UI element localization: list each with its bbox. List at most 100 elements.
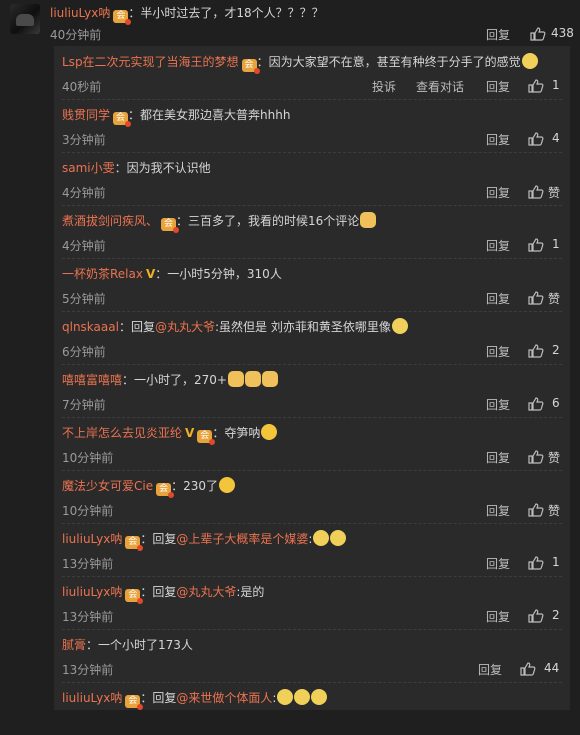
main-reply-button[interactable]: 回复 [486, 26, 510, 43]
thumbs-up-icon[interactable] [520, 662, 536, 676]
emoji-icon [261, 371, 278, 387]
reply-time: 6分钟前 [62, 345, 106, 359]
emoji-icon [521, 53, 538, 69]
thumbs-up-icon[interactable] [528, 79, 544, 93]
reply-item: 不上岸怎么去见炎亚纶 V 会：夺笋呐 10分钟前 回复 赞 [54, 417, 570, 470]
reply-body: 一杯奶茶Relax V：一小时5分钟，310人 [62, 265, 282, 282]
reply-item: qlnskaaal：回复@丸丸大爷:虽然但是 刘亦菲和黄圣依哪里像 6分钟前 回复 2 [54, 311, 570, 364]
reply-list: Lsp在二次元实现了当海王的梦想会：因为大家望不在意，甚至有种终于分手了的感觉 4… [54, 46, 570, 710]
reply-body: 腻膏：一个小时了173人 [62, 636, 193, 653]
thumbs-up-icon[interactable] [528, 397, 544, 411]
reply-username[interactable]: 魔法少女可爱Cie [62, 479, 153, 493]
like-count: 44 [544, 661, 560, 675]
main-username[interactable]: liuliuLyx呐 [50, 6, 110, 20]
divider [62, 417, 562, 418]
reply-button[interactable]: 回复 [486, 131, 510, 148]
emoji-icon [330, 530, 347, 546]
reply-username[interactable]: 嘻嘻富嘻嘻 [62, 373, 122, 387]
reply-body: liuliuLyx呐会：回复@丸丸大爷:是的 [62, 583, 265, 604]
reply-username[interactable]: 腻膏 [62, 638, 86, 652]
like-count: 6 [552, 396, 560, 410]
reply-username[interactable]: liuliuLyx呐 [62, 585, 122, 599]
reply-text: ：回复 [140, 691, 177, 705]
reply-text: ：一小时5分钟，310人 [155, 267, 282, 281]
thumbs-up-icon[interactable] [528, 238, 544, 252]
reply-time: 4分钟前 [62, 239, 106, 253]
reply-item: Lsp在二次元实现了当海王的梦想会：因为大家望不在意，甚至有种终于分手了的感觉 4… [54, 46, 570, 99]
mention-link[interactable]: @丸丸大爷 [176, 585, 236, 599]
reply-button[interactable]: 回复 [486, 290, 510, 307]
reply-time: 40秒前 [62, 80, 102, 94]
reply-username[interactable]: sami小雯 [62, 161, 115, 175]
view-conversation-button[interactable]: 查看对话 [416, 78, 464, 95]
reply-button[interactable]: 回复 [486, 237, 510, 254]
thumbs-up-icon[interactable] [528, 556, 544, 570]
reply-item: 腻膏：一个小时了173人 13分钟前 回复 44 [54, 629, 570, 682]
reply-time: 10分钟前 [62, 451, 114, 465]
emoji-icon [391, 318, 408, 334]
thumbs-up-icon[interactable] [528, 450, 544, 464]
reply-button[interactable]: 回复 [486, 502, 510, 519]
reply-username[interactable]: 贱贯同学 [62, 108, 110, 122]
mention-link[interactable]: @上辈子大概率是个媒婆 [176, 532, 308, 546]
like-count: 1 [552, 237, 560, 251]
reply-text-tail: :虽然但是 刘亦菲和黄圣依哪里像 [214, 320, 391, 334]
reply-button[interactable]: 回复 [486, 608, 510, 625]
main-comment-body: liuliuLyx呐会：半小时过去了，才18个人？？？？ [50, 4, 324, 25]
member-badge-icon: 会 [156, 483, 175, 498]
emoji-icon [360, 212, 377, 228]
thumbs-up-icon[interactable] [528, 503, 544, 517]
reply-username[interactable]: 不上岸怎么去见炎亚纶 [62, 426, 182, 440]
emoji-icon [227, 371, 244, 387]
report-button[interactable]: 投诉 [372, 78, 396, 95]
mention-link[interactable]: @来世做个体面人 [176, 691, 272, 705]
reply-button[interactable]: 回复 [486, 396, 510, 413]
main-comment-text: ：半小时过去了，才18个人？？？？ [128, 6, 324, 20]
reply-item: 贱贯同学会：都在美女那边喜大普奔hhhh 3分钟前 回复 4 [54, 99, 570, 152]
reply-time: 10分钟前 [62, 504, 114, 518]
like-count: 1 [552, 78, 560, 92]
member-badge-icon: 会 [125, 695, 144, 710]
reply-button[interactable]: 回复 [486, 555, 510, 572]
reply-button[interactable]: 回复 [486, 343, 510, 360]
reply-body: qlnskaaal：回复@丸丸大爷:虽然但是 刘亦菲和黄圣依哪里像 [62, 318, 408, 335]
divider [62, 99, 562, 100]
divider [62, 364, 562, 365]
reply-button[interactable]: 回复 [486, 78, 510, 95]
reply-body: 魔法少女可爱Cie 会：230了 [62, 477, 236, 498]
mention-link[interactable]: @丸丸大爷 [155, 320, 215, 334]
reply-text: ：回复 [140, 585, 177, 599]
avatar[interactable] [10, 4, 40, 34]
reply-username[interactable]: qlnskaaal [62, 320, 119, 334]
reply-item: liuliuLyx呐会：回复@来世做个体面人: [54, 682, 570, 735]
reply-time: 13分钟前 [62, 663, 114, 677]
thumbs-up-icon[interactable] [528, 185, 544, 199]
divider [62, 311, 562, 312]
divider [62, 470, 562, 471]
reply-button[interactable]: 回复 [478, 661, 502, 678]
thumbs-up-icon[interactable] [528, 132, 544, 146]
reply-username[interactable]: 煮酒拔剑问疾风、 [62, 214, 158, 228]
thumbs-up-icon[interactable] [528, 609, 544, 623]
emoji-icon [261, 424, 278, 440]
reply-username[interactable]: Lsp在二次元实现了当海王的梦想 [62, 55, 239, 69]
reply-text: ：回复 [140, 532, 177, 546]
main-like-count: 438 [551, 26, 574, 40]
like-count: 赞 [548, 292, 561, 306]
reply-body: Lsp在二次元实现了当海王的梦想会：因为大家望不在意，甚至有种终于分手了的感觉 [62, 53, 538, 74]
reply-button[interactable]: 回复 [486, 449, 510, 466]
reply-time: 7分钟前 [62, 398, 106, 412]
reply-time: 5分钟前 [62, 292, 106, 306]
thumbs-up-icon[interactable] [528, 344, 544, 358]
reply-username[interactable]: liuliuLyx呐 [62, 691, 122, 705]
thumbs-up-icon[interactable] [530, 27, 546, 41]
reply-item: 一杯奶茶Relax V：一小时5分钟，310人 5分钟前 回复 赞 [54, 258, 570, 311]
reply-time: 4分钟前 [62, 186, 106, 200]
reply-username[interactable]: liuliuLyx呐 [62, 532, 122, 546]
reply-button[interactable]: 回复 [486, 184, 510, 201]
divider [62, 576, 562, 577]
reply-username[interactable]: 一杯奶茶Relax [62, 267, 143, 281]
main-comment-time: 40分钟前 [50, 28, 102, 42]
thumbs-up-icon[interactable] [528, 291, 544, 305]
reply-text-tail: :是的 [236, 585, 265, 599]
